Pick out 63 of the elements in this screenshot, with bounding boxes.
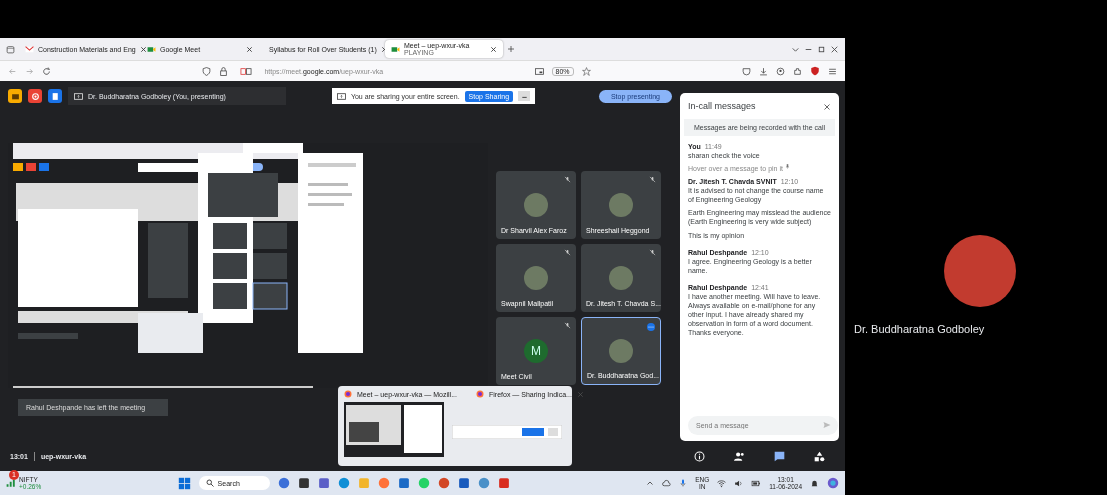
star-icon[interactable] (581, 66, 591, 76)
avatar-photo-placeholder (609, 338, 633, 363)
reload-icon[interactable] (42, 66, 51, 76)
menu-icon[interactable] (828, 66, 837, 76)
shield-extension-icon[interactable] (810, 66, 820, 76)
edit-button[interactable] (48, 89, 62, 103)
chat-icon[interactable] (773, 450, 785, 462)
hide-button[interactable] (518, 91, 531, 101)
mic-off-icon (564, 175, 571, 183)
shield-icon[interactable] (202, 66, 212, 76)
maximize-icon[interactable] (817, 44, 826, 54)
folder-icon (10, 91, 20, 101)
video-camera-icon (391, 44, 400, 54)
app-icon[interactable] (297, 477, 310, 489)
browser-logo-icon (476, 390, 484, 398)
mic-off-icon (564, 248, 571, 256)
record-icon (30, 91, 40, 101)
close-icon[interactable] (246, 45, 253, 53)
record-button[interactable] (28, 89, 42, 103)
picture-in-picture-icon[interactable] (534, 66, 544, 76)
download-icon[interactable] (759, 66, 768, 76)
app-icon[interactable] (397, 477, 410, 489)
new-tab-icon[interactable] (507, 45, 515, 53)
close-icon[interactable] (830, 44, 839, 54)
browser-logo-icon (344, 390, 352, 398)
activities-icon[interactable] (813, 450, 825, 462)
mail-icon (25, 44, 34, 54)
people-icon[interactable] (734, 450, 746, 462)
folder-button[interactable] (8, 89, 22, 103)
avatar-photo-placeholder (609, 265, 633, 290)
app-icon[interactable] (317, 477, 330, 489)
search-icon (205, 479, 214, 487)
close-icon[interactable] (490, 45, 497, 53)
pocket-icon[interactable] (742, 66, 751, 76)
cloud-icon[interactable] (662, 478, 672, 488)
video-camera-icon (147, 44, 156, 54)
mic-off-icon (649, 248, 656, 256)
edit-icon (50, 91, 60, 101)
avatar-photo-placeholder (524, 192, 548, 217)
avatar-photo-placeholder (524, 265, 548, 290)
speaker-name: Dr. Buddharatna Godboley (854, 323, 986, 335)
microphone-icon[interactable] (679, 479, 688, 487)
battery-icon[interactable] (751, 478, 762, 488)
app-icon[interactable] (457, 477, 470, 489)
present-screen-icon (74, 91, 83, 101)
tab-list-icon[interactable] (6, 44, 15, 54)
mic-off-icon (649, 175, 656, 183)
chart-icon[interactable] (6, 478, 16, 488)
letter-avatar: M (524, 338, 548, 363)
wifi-icon[interactable] (717, 478, 727, 488)
chevron-up-icon[interactable] (646, 479, 655, 487)
info-icon[interactable] (694, 450, 706, 462)
mic-off-icon (564, 321, 571, 329)
avatar-photo-placeholder (609, 192, 633, 217)
close-icon[interactable] (139, 45, 147, 53)
windows-start-icon[interactable] (177, 476, 191, 490)
close-icon[interactable] (823, 102, 831, 111)
bell-icon[interactable] (810, 478, 819, 488)
more-options-icon[interactable] (647, 322, 655, 331)
lock-icon[interactable] (219, 66, 229, 76)
speaker-icon[interactable] (734, 478, 744, 488)
present-screen-icon (336, 91, 346, 101)
chat-title: In-call messages (688, 101, 756, 113)
